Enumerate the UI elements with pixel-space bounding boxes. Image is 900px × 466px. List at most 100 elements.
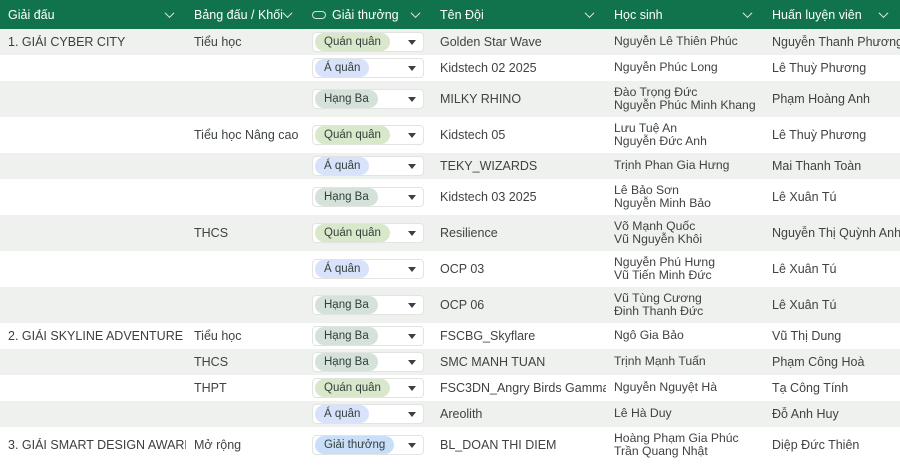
- table-row: THCS Quán quân Resilience Võ Mạnh QuốcVũ…: [0, 215, 900, 251]
- division-cell[interactable]: THCS: [186, 226, 304, 241]
- dropdown-caret-icon: [408, 303, 416, 308]
- award-dropdown[interactable]: Giải thưởng: [312, 435, 424, 455]
- students-cell[interactable]: Đào Trọng ĐứcNguyễn Phúc Minh Khang: [606, 86, 764, 113]
- results-table: Giải đấu Bảng đấu / Khối Giải thưởng Tên…: [0, 0, 900, 463]
- coach-cell[interactable]: Lê Thuỳ Phương: [764, 61, 900, 76]
- division-cell[interactable]: Tiểu học Nâng cao: [186, 128, 304, 143]
- team-cell[interactable]: MILKY RHINO: [432, 92, 606, 107]
- award-dropdown[interactable]: Quán quân: [312, 378, 424, 398]
- team-cell[interactable]: Areolith: [432, 407, 606, 422]
- coach-cell[interactable]: Phạm Công Hoà: [764, 355, 900, 370]
- students-cell[interactable]: Hoàng Phạm Gia PhúcTrần Quang Nhật: [606, 432, 764, 459]
- coach-cell[interactable]: Mai Thanh Toàn: [764, 159, 900, 174]
- coach-cell[interactable]: Nguyễn Thanh Phương: [764, 35, 900, 50]
- students-cell[interactable]: Nguyễn Phúc Long: [606, 61, 764, 75]
- award-cell: Hạng Ba: [304, 187, 432, 207]
- team-cell[interactable]: Golden Star Wave: [432, 35, 606, 50]
- team-cell[interactable]: FSCBG_Skyflare: [432, 329, 606, 344]
- award-pill: Á quân: [315, 260, 369, 278]
- chevron-down-icon[interactable]: [165, 8, 175, 18]
- team-cell[interactable]: Kidstech 05: [432, 128, 606, 143]
- award-cell: Á quân: [304, 58, 432, 78]
- award-cell: Giải thưởng: [304, 435, 432, 455]
- division-cell[interactable]: Mở rộng: [186, 438, 304, 453]
- chevron-down-icon[interactable]: [283, 8, 293, 18]
- team-cell[interactable]: OCP 06: [432, 298, 606, 313]
- division-cell[interactable]: Tiểu học: [186, 329, 304, 344]
- award-dropdown[interactable]: Hạng Ba: [312, 326, 424, 346]
- students-cell[interactable]: Võ Mạnh QuốcVũ Nguyễn Khôi: [606, 220, 764, 247]
- students-cell[interactable]: Lưu Tuệ AnNguyễn Đức Anh: [606, 122, 764, 149]
- award-dropdown[interactable]: Quán quân: [312, 223, 424, 243]
- students-cell[interactable]: Nguyễn Lê Thiên Phúc: [606, 35, 764, 49]
- tournament-cell[interactable]: 3. GIẢI SMART DESIGN AWARD: [0, 438, 186, 453]
- award-dropdown[interactable]: Á quân: [312, 259, 424, 279]
- award-cell: Hạng Ba: [304, 295, 432, 315]
- table-row: 3. GIẢI SMART DESIGN AWARD Mở rộng Giải …: [0, 427, 900, 463]
- column-header-ten-doi[interactable]: Tên Đội: [432, 0, 606, 29]
- table-row: Á quân Kidstech 02 2025 Nguyễn Phúc Long…: [0, 55, 900, 81]
- division-cell[interactable]: THCS: [186, 355, 304, 370]
- award-dropdown[interactable]: Hạng Ba: [312, 352, 424, 372]
- coach-cell[interactable]: Lê Thuỳ Phương: [764, 128, 900, 143]
- team-cell[interactable]: SMC MANH TUAN: [432, 355, 606, 370]
- students-cell[interactable]: Vũ Tùng CươngĐinh Thanh Đức: [606, 292, 764, 319]
- coach-cell[interactable]: Vũ Thị Dung: [764, 329, 900, 344]
- division-cell[interactable]: THPT: [186, 381, 304, 396]
- team-cell[interactable]: Kidstech 03 2025: [432, 190, 606, 205]
- award-cell: Quán quân: [304, 378, 432, 398]
- table-row: Á quân OCP 03 Nguyễn Phú HưngVũ Tiến Min…: [0, 251, 900, 287]
- coach-cell[interactable]: Phạm Hoàng Anh: [764, 92, 900, 107]
- award-dropdown[interactable]: Quán quân: [312, 32, 424, 52]
- chevron-down-icon[interactable]: [411, 8, 421, 18]
- award-pill: Á quân: [315, 405, 369, 423]
- award-dropdown[interactable]: Á quân: [312, 156, 424, 176]
- column-header-bang-dau-khoi[interactable]: Bảng đấu / Khối: [186, 0, 304, 29]
- award-dropdown[interactable]: Á quân: [312, 404, 424, 424]
- column-header-huan-luyen-vien[interactable]: Huấn luyện viên: [764, 0, 900, 29]
- coach-cell[interactable]: Lê Xuân Tú: [764, 298, 900, 313]
- division-cell[interactable]: Tiểu học: [186, 35, 304, 50]
- tournament-cell[interactable]: 1. GIẢI CYBER CITY: [0, 35, 186, 50]
- team-cell[interactable]: Resilience: [432, 226, 606, 241]
- team-cell[interactable]: Kidstech 02 2025: [432, 61, 606, 76]
- team-cell[interactable]: OCP 03: [432, 262, 606, 277]
- coach-cell[interactable]: Nguyễn Thị Quỳnh Anh: [764, 226, 900, 241]
- dropdown-caret-icon: [408, 334, 416, 339]
- coach-cell[interactable]: Đỗ Anh Huy: [764, 407, 900, 422]
- column-header-label: Huấn luyện viên: [772, 8, 862, 22]
- chevron-down-icon[interactable]: [743, 8, 753, 18]
- coach-cell[interactable]: Diệp Đức Thiên: [764, 438, 900, 453]
- award-pill: Hạng Ba: [315, 90, 378, 108]
- table-body: 1. GIẢI CYBER CITY Tiểu học Quán quân Go…: [0, 29, 900, 463]
- award-dropdown[interactable]: Hạng Ba: [312, 89, 424, 109]
- students-cell[interactable]: Nguyễn Nguyệt Hà: [606, 381, 764, 395]
- team-cell[interactable]: TEKY_WIZARDS: [432, 159, 606, 174]
- tournament-cell[interactable]: 2. GIẢI SKYLINE ADVENTURE: [0, 329, 186, 344]
- team-cell[interactable]: FSC3DN_Angry Birds Gamma: [432, 381, 606, 396]
- coach-cell[interactable]: Tạ Công Tính: [764, 381, 900, 396]
- award-cell: Á quân: [304, 259, 432, 279]
- award-cell: Á quân: [304, 404, 432, 424]
- students-cell[interactable]: Trịnh Phan Gia Hưng: [606, 159, 764, 173]
- award-dropdown[interactable]: Quán quân: [312, 125, 424, 145]
- students-cell[interactable]: Nguyễn Phú HưngVũ Tiến Minh Đức: [606, 256, 764, 283]
- coach-cell[interactable]: Lê Xuân Tú: [764, 190, 900, 205]
- award-pill: Giải thưởng: [315, 436, 394, 454]
- students-cell[interactable]: Ngô Gia Bảo: [606, 329, 764, 343]
- award-dropdown[interactable]: Hạng Ba: [312, 295, 424, 315]
- award-pill: Quán quân: [315, 379, 390, 397]
- students-cell[interactable]: Trịnh Mạnh Tuấn: [606, 355, 764, 369]
- students-cell[interactable]: Lê Bảo SơnNguyễn Minh Bảo: [606, 184, 764, 211]
- coach-cell[interactable]: Lê Xuân Tú: [764, 262, 900, 277]
- team-cell[interactable]: BL_DOAN THI DIEM: [432, 438, 606, 453]
- column-header-giai-dau[interactable]: Giải đấu: [0, 0, 186, 29]
- award-dropdown[interactable]: Á quân: [312, 58, 424, 78]
- chevron-down-icon[interactable]: [585, 8, 595, 18]
- students-cell[interactable]: Lê Hà Duy: [606, 407, 764, 421]
- award-pill: Á quân: [315, 157, 369, 175]
- column-header-hoc-sinh[interactable]: Học sinh: [606, 0, 764, 29]
- column-header-giai-thuong[interactable]: Giải thưởng: [304, 0, 432, 29]
- chevron-down-icon[interactable]: [879, 8, 889, 18]
- award-dropdown[interactable]: Hạng Ba: [312, 187, 424, 207]
